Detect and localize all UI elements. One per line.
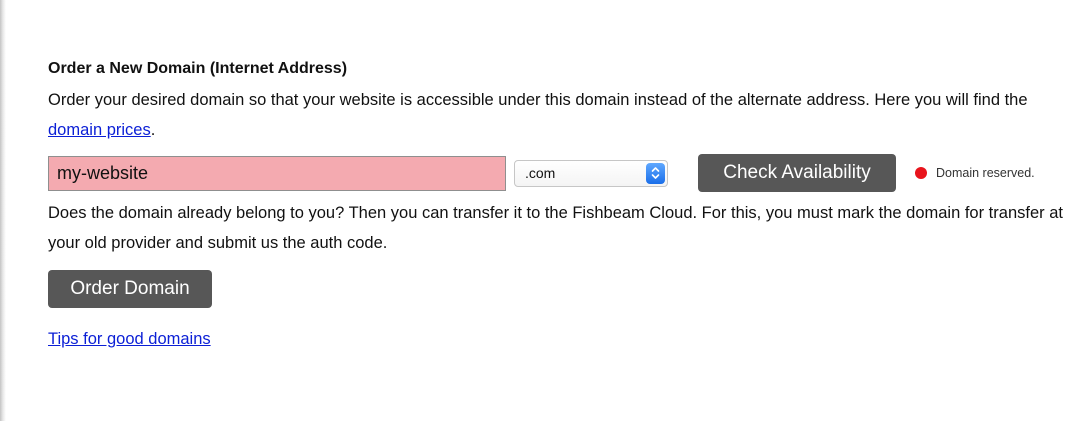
- updown-chevron-icon: [646, 162, 665, 184]
- check-availability-button[interactable]: Check Availability: [698, 154, 896, 192]
- domain-order-section: Order a New Domain (Internet Address) Or…: [48, 58, 1068, 350]
- tips-row: Tips for good domains: [48, 328, 1068, 350]
- order-domain-button[interactable]: Order Domain: [48, 270, 212, 308]
- transfer-paragraph: Does the domain already belong to you? T…: [48, 204, 1063, 252]
- tld-selected-value: .com: [525, 165, 556, 181]
- intro-end-punctuation: .: [150, 121, 156, 139]
- domain-name-input[interactable]: [48, 155, 506, 191]
- domain-status: Domain reserved.: [915, 166, 1035, 180]
- intro-paragraph: Order your desired domain so that your w…: [48, 85, 1068, 145]
- red-dot-icon: [915, 167, 927, 179]
- domain-order-panel: Order a New Domain (Internet Address) Or…: [0, 0, 1077, 421]
- section-heading: Order a New Domain (Internet Address): [48, 60, 348, 77]
- intro-text: Order your desired domain so that your w…: [48, 91, 1028, 109]
- tld-select[interactable]: .com: [514, 159, 668, 187]
- domain-check-row: .com Check Availability Domain reserved.: [48, 154, 1068, 192]
- domain-status-text: Domain reserved.: [936, 166, 1035, 180]
- tips-for-good-domains-link[interactable]: Tips for good domains: [48, 330, 211, 348]
- domain-prices-link[interactable]: domain prices: [48, 121, 151, 139]
- window-edge-shadow: [0, 0, 6, 421]
